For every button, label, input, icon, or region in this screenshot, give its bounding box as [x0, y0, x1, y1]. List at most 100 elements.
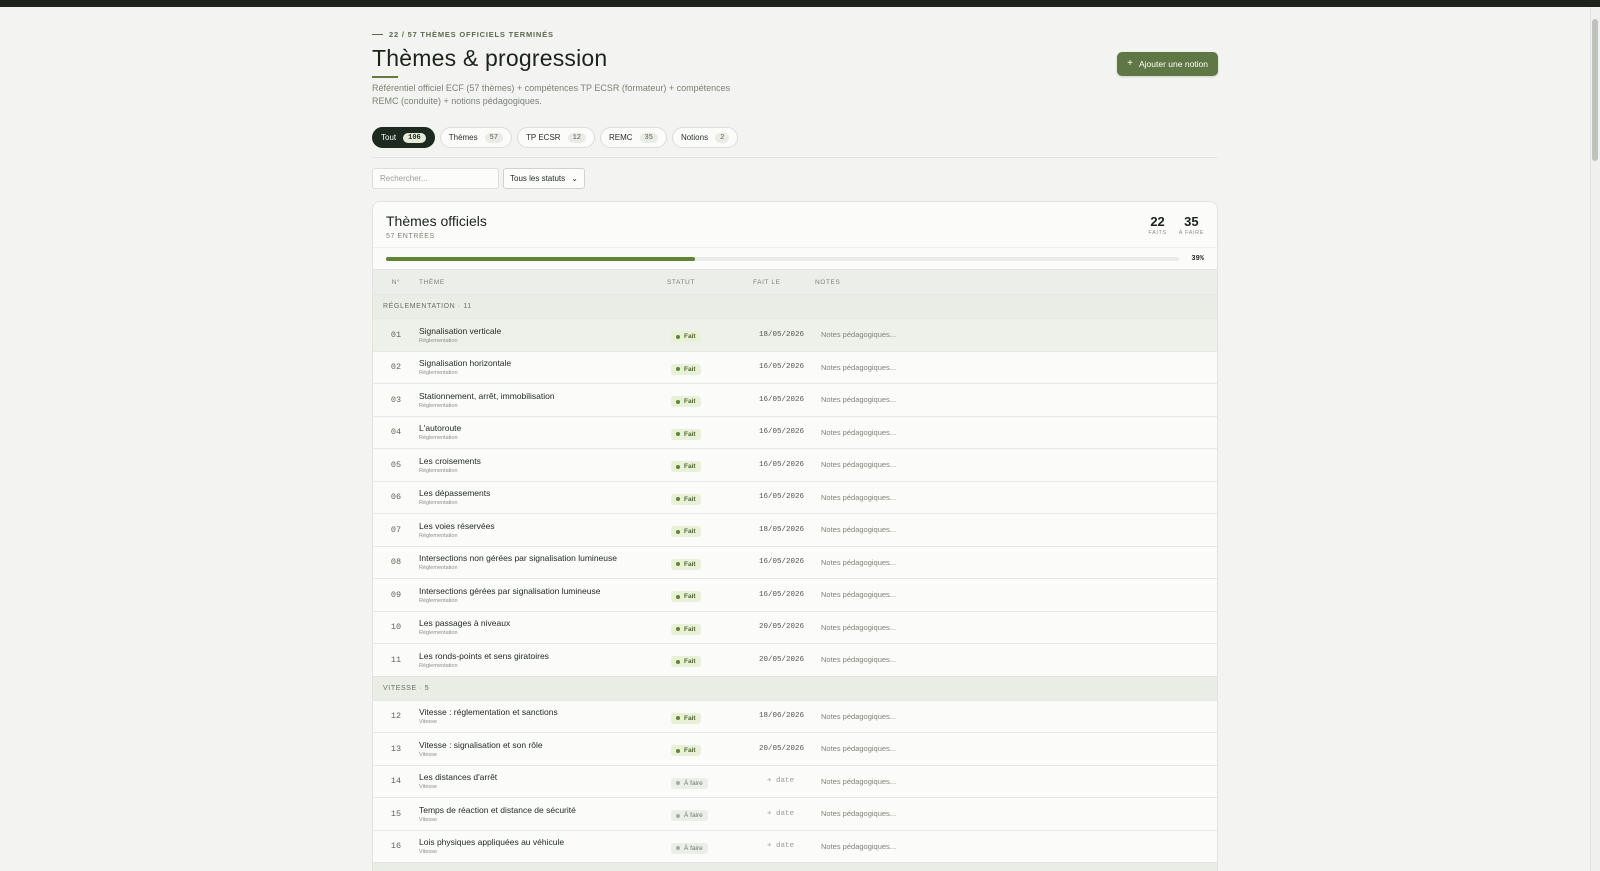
card-subtitle: 57 entrées [386, 233, 435, 240]
add-date-button[interactable]: + date [753, 810, 815, 818]
theme-cell: Signalisation verticale Réglementation [419, 326, 667, 344]
notes-field[interactable]: Notes pédagogiques... [815, 809, 1217, 818]
tab-tout[interactable]: Tout 106 [372, 127, 435, 148]
status-badge[interactable]: Fait [671, 712, 701, 724]
notes-field[interactable]: Notes pédagogiques... [815, 744, 1217, 753]
tab-notions[interactable]: Notions 2 [671, 127, 739, 148]
table-row[interactable]: 01 Signalisation verticale Réglementation F… [373, 318, 1217, 351]
table-row[interactable]: 08 Intersections non gérées par signalisa… [373, 545, 1217, 578]
table-row[interactable]: 06 Les dépassements Réglementation Fait 16/0… [373, 480, 1217, 513]
status-badge[interactable]: Fait [671, 461, 701, 473]
notes-field[interactable]: Notes pédagogiques... [815, 330, 1217, 339]
table-row[interactable]: 11 Les ronds-points et sens giratoires Rég… [373, 643, 1217, 676]
tab-label: Notions [680, 133, 709, 142]
scrollbar-thumb[interactable] [1592, 19, 1598, 161]
table-row[interactable]: 12 Vitesse : réglementation et sanctions V… [373, 699, 1217, 732]
notes-field[interactable]: Notes pédagogiques... [815, 590, 1217, 599]
status-badge[interactable]: Fait [671, 745, 701, 757]
notes-field[interactable]: Notes pédagogiques... [815, 842, 1217, 851]
notes-field[interactable]: Notes pédagogiques... [815, 712, 1217, 721]
status-badge[interactable]: À faire [671, 777, 708, 789]
status-badge[interactable]: Fait [671, 331, 701, 343]
eyebrow-dash [372, 34, 383, 35]
add-date-button[interactable]: + date [753, 777, 815, 785]
status-badge[interactable]: Fait [671, 493, 701, 505]
eyebrow-text: 22 / 57 thèmes officiels terminés [389, 30, 554, 39]
status-cell: Fait [667, 456, 753, 474]
status-badge[interactable]: Fait [671, 526, 701, 538]
table-row[interactable]: 10 Les passages à niveaux Réglementation Fa… [373, 610, 1217, 643]
table-row[interactable]: 15 Temps de réaction et distance de sécur… [373, 797, 1217, 830]
notes-field[interactable]: Notes pédagogiques... [815, 623, 1217, 632]
theme-cell: Les ronds-points et sens giratoires Régle… [419, 651, 667, 669]
notes-field[interactable]: Notes pédagogiques... [815, 363, 1217, 372]
theme-number: 05 [390, 459, 402, 470]
scrollbar[interactable] [1590, 7, 1600, 871]
tab-label: Tout [381, 133, 397, 142]
theme-number: 10 [390, 622, 402, 633]
theme-name: Les ronds-points et sens giratoires [419, 650, 549, 661]
theme-number: 04 [390, 427, 402, 438]
add-notion-button[interactable]: + Ajouter une notion [1117, 52, 1218, 76]
notes-field[interactable]: Notes pédagogiques... [815, 460, 1217, 469]
status-cell: Fait [667, 488, 753, 506]
notes-field[interactable]: Notes pédagogiques... [815, 493, 1217, 502]
theme-cell: Lois physiques appliquées au véhicule Vit… [419, 837, 667, 855]
table-row[interactable]: 16 Lois physiques appliquées au véhicule V… [373, 829, 1217, 862]
table-row[interactable]: 05 Les croisements Réglementation Fait 16/05… [373, 448, 1217, 481]
tab-tp-ecsr[interactable]: TP ECSR 12 [517, 127, 595, 148]
table-row[interactable]: 02 Signalisation horizontale Réglementatio… [373, 350, 1217, 383]
table-row[interactable]: 03 Stationnement, arrêt, immobilisation Ré… [373, 383, 1217, 416]
group-header: Vitesse · 5 [373, 675, 1217, 700]
theme-number: 01 [390, 329, 402, 340]
theme-cell: Intersections non gérées par signalisati… [419, 553, 667, 571]
theme-cell: Les dépassements Réglementation [419, 488, 667, 506]
status-badge[interactable]: Fait [671, 591, 701, 603]
status-badge[interactable]: À faire [671, 842, 708, 854]
status-badge[interactable]: À faire [671, 810, 708, 822]
theme-category: Vitesse [419, 849, 437, 856]
theme-name: Signalisation verticale [419, 325, 502, 336]
tab-label: REMC [608, 133, 633, 142]
window-top-bar [0, 0, 1600, 7]
stat-todo-label: À faire [1178, 230, 1204, 236]
plus-icon: + [1127, 58, 1133, 69]
theme-number: 13 [390, 743, 402, 754]
tab-thèmes[interactable]: Thèmes 57 [439, 127, 513, 148]
status-cell: Fait [667, 740, 753, 758]
status-dot-icon [676, 399, 680, 404]
status-badge[interactable]: Fait [671, 363, 701, 375]
theme-name: Les croisements [419, 455, 481, 466]
table-row[interactable]: 09 Intersections gérées par signalisation… [373, 578, 1217, 611]
column-header: Fait le [753, 278, 781, 286]
tab-remc[interactable]: REMC 35 [599, 127, 667, 148]
status-dot-icon [676, 781, 680, 786]
tab-count: 35 [639, 132, 658, 143]
notes-field[interactable]: Notes pédagogiques... [815, 777, 1217, 786]
search-input[interactable] [372, 168, 499, 189]
table-row[interactable]: 13 Vitesse : signalisation et son rôle Vit… [373, 732, 1217, 765]
theme-number: 06 [390, 492, 402, 503]
status-badge[interactable]: Fait [671, 656, 701, 668]
notes-field[interactable]: Notes pédagogiques... [815, 525, 1217, 534]
status-badge[interactable]: Fait [671, 396, 701, 408]
notes-field[interactable]: Notes pédagogiques... [815, 558, 1217, 567]
status-badge[interactable]: Fait [671, 428, 701, 440]
add-date-button[interactable]: + date [753, 842, 815, 850]
theme-cell: Les voies réservées Réglementation [419, 521, 667, 539]
table-row[interactable]: 14 Les distances d'arrêt Vitesse À faire + d… [373, 764, 1217, 797]
theme-name: Les voies réservées [419, 520, 495, 531]
theme-number: 14 [390, 776, 402, 787]
status-badge[interactable]: Fait [671, 558, 701, 570]
table-row[interactable]: 07 Les voies réservées Réglementation Fait 1… [373, 513, 1217, 546]
notes-field[interactable]: Notes pédagogiques... [815, 655, 1217, 664]
status-label: Fait [684, 593, 696, 601]
progress-row: 39% [373, 247, 1217, 269]
notes-field[interactable]: Notes pédagogiques... [815, 428, 1217, 437]
status-select[interactable]: Tous les statuts ⌄ [503, 168, 585, 189]
status-dot-icon [676, 367, 680, 372]
theme-name: Vitesse : réglementation et sanctions [419, 707, 558, 718]
table-row[interactable]: 04 L'autoroute Réglementation Fait 16/05/202… [373, 415, 1217, 448]
status-badge[interactable]: Fait [671, 623, 701, 635]
notes-field[interactable]: Notes pédagogiques... [815, 395, 1217, 404]
